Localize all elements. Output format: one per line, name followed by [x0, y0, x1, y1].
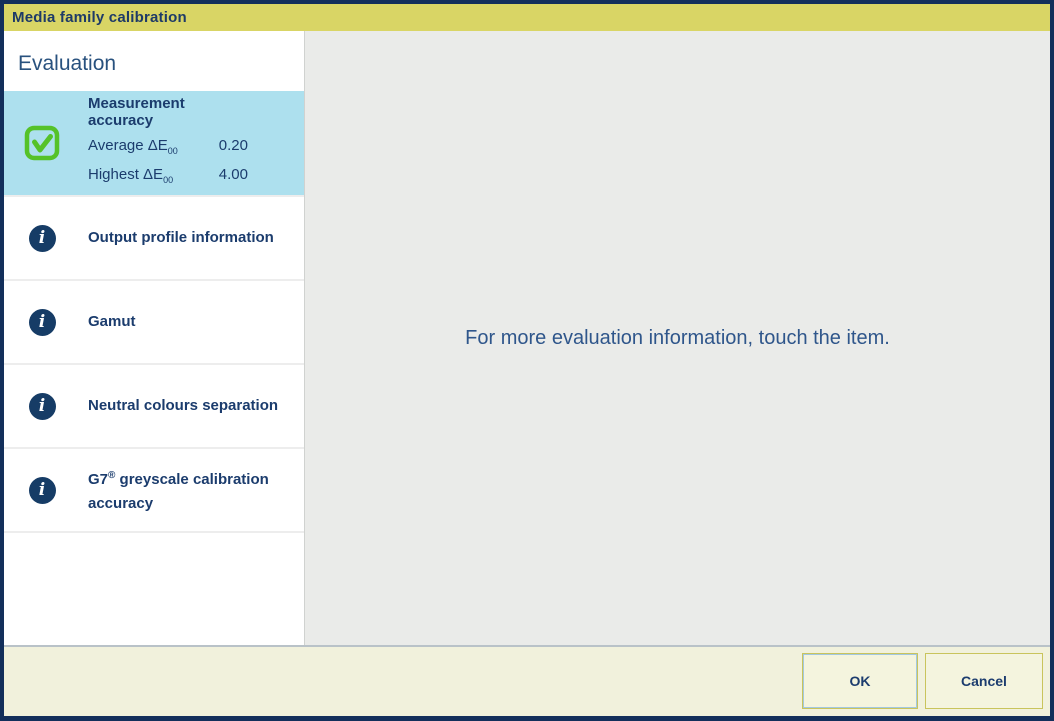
info-icon: i: [24, 304, 60, 340]
sidebar-item-output-profile-information[interactable]: i Output profile information: [4, 197, 304, 281]
item-label: Gamut: [88, 310, 293, 334]
media-family-calibration-dialog: Media family calibration Evaluation Meas…: [0, 0, 1054, 721]
delta-e-subscript: 00: [168, 146, 178, 156]
title-bar: Media family calibration: [4, 4, 1050, 31]
metric-label: Highest ΔE00: [88, 163, 173, 192]
item-label: Measurement accuracy: [88, 95, 248, 129]
item-label: Neutral colours separation: [88, 394, 293, 418]
footer-bar: OK Cancel: [4, 645, 1050, 716]
sidebar-item-neutral-colours-separation[interactable]: i Neutral colours separation: [4, 365, 304, 449]
metric-label: Average ΔE00: [88, 134, 178, 163]
highest-delta-e-row: Highest ΔE00 4.00: [88, 163, 248, 192]
delta-e-subscript: 00: [163, 175, 173, 185]
evaluation-item-list: Measurement accuracy Average ΔE00 0.20 H…: [4, 91, 304, 533]
sidebar-item-gamut[interactable]: i Gamut: [4, 281, 304, 365]
evaluation-sidebar: Evaluation Measurement accuracy Average …: [4, 31, 304, 645]
sidebar-item-g7-greyscale-calibration-accuracy[interactable]: i G7® greyscale calibration accuracy: [4, 449, 304, 533]
item-label: Output profile information: [88, 226, 293, 250]
check-icon: [24, 125, 60, 161]
metric-value: 4.00: [219, 163, 248, 192]
measurement-accuracy-details: Measurement accuracy Average ΔE00 0.20 H…: [88, 95, 248, 192]
metric-value: 0.20: [219, 134, 248, 163]
sidebar-item-measurement-accuracy[interactable]: Measurement accuracy Average ΔE00 0.20 H…: [4, 91, 304, 197]
info-icon: i: [24, 220, 60, 256]
info-icon: i: [24, 388, 60, 424]
sidebar-header: Evaluation: [18, 52, 116, 76]
evaluation-detail-pane: For more evaluation information, touch t…: [304, 31, 1050, 645]
info-icon: i: [24, 472, 60, 508]
dialog-title: Media family calibration: [4, 9, 187, 26]
item-label: G7® greyscale calibration accuracy: [88, 464, 293, 516]
ok-button[interactable]: OK: [802, 653, 918, 709]
cancel-button[interactable]: Cancel: [925, 653, 1043, 709]
average-delta-e-row: Average ΔE00 0.20: [88, 134, 248, 163]
detail-pane-message: For more evaluation information, touch t…: [465, 327, 890, 350]
